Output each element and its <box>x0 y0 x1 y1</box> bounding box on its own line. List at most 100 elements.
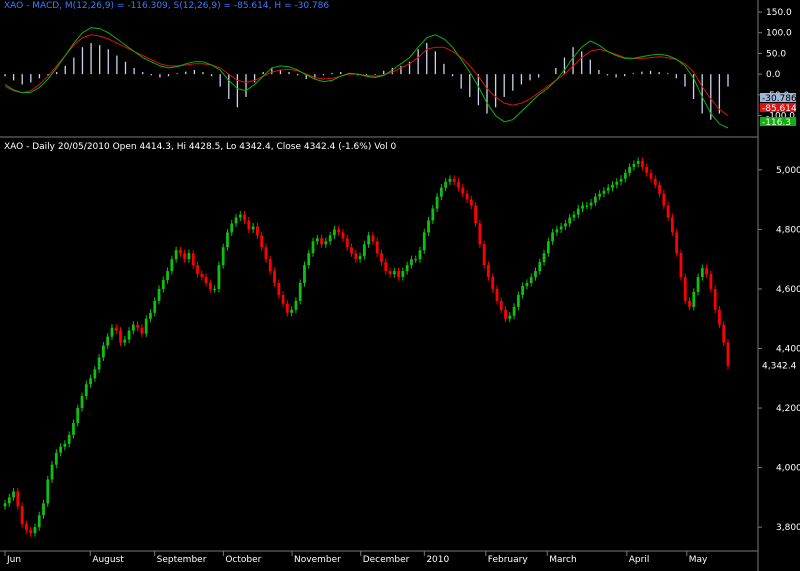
x-tick-label: April <box>629 555 650 565</box>
candle-body <box>213 288 217 290</box>
candle-body <box>576 208 580 215</box>
candle-body <box>149 312 152 319</box>
price-tick-label: 4,400 <box>776 345 800 355</box>
candle-body <box>238 214 242 218</box>
candle-body <box>551 232 554 242</box>
macd-tick-label: 150.0 <box>766 8 792 18</box>
candle-body <box>538 262 542 272</box>
x-tick-label: 2010 <box>426 555 449 565</box>
candle-body <box>315 238 319 242</box>
candle-body <box>534 271 537 278</box>
candle-body <box>564 223 567 227</box>
candle-body <box>157 288 161 301</box>
candle-body <box>230 223 234 233</box>
price-tick-label: 4,600 <box>776 285 800 295</box>
candle-body <box>371 235 375 242</box>
candle-body <box>487 265 490 278</box>
candle-body <box>144 318 148 334</box>
candle-body <box>542 253 546 263</box>
candle-body <box>127 330 131 340</box>
candle-body <box>529 277 533 284</box>
candle-body <box>546 241 550 254</box>
candle-body <box>3 503 7 507</box>
candle-body <box>76 408 80 423</box>
candle-body <box>705 268 708 275</box>
candle-body <box>461 187 465 194</box>
x-tick-label: December <box>363 555 410 565</box>
candle-body <box>354 253 358 260</box>
x-tick-label: August <box>92 555 124 565</box>
candle-body <box>469 199 473 206</box>
candle-body <box>692 291 696 307</box>
candle-body <box>598 193 602 197</box>
candle-body <box>67 434 71 444</box>
candle-body <box>602 190 606 194</box>
candle-body <box>204 277 208 284</box>
candle-body <box>516 294 520 307</box>
candle-body <box>54 452 58 465</box>
candle-body <box>102 345 105 358</box>
macd-value-badges: -30.7862-85.614 -116.3 <box>760 93 800 128</box>
candle-body <box>307 253 311 266</box>
candle-body <box>25 524 28 531</box>
x-tick-label: November <box>294 555 341 565</box>
candle-body <box>521 285 525 295</box>
candle-body <box>119 330 122 343</box>
candle-body <box>380 253 383 263</box>
candle-body <box>431 208 435 221</box>
macd-tick-label: 0.0 <box>766 70 781 80</box>
candle-body <box>42 503 45 516</box>
candle-body <box>649 172 653 179</box>
candle-body <box>324 241 328 245</box>
candle-body <box>46 479 50 504</box>
candle-body <box>59 446 63 453</box>
candle-body <box>153 300 157 313</box>
candle-body <box>285 303 289 313</box>
candle-body <box>166 271 169 281</box>
candle-body <box>568 217 572 224</box>
candle-body <box>444 181 448 188</box>
candle-body <box>217 265 221 289</box>
candle-body <box>439 187 443 197</box>
candle-body <box>632 163 636 167</box>
candle-body <box>337 229 341 233</box>
candle-body <box>123 339 127 343</box>
candle-body <box>435 196 439 209</box>
candle-body <box>256 226 259 236</box>
candle-body <box>294 300 298 310</box>
candle-body <box>251 226 255 230</box>
macd-value-label: -85.614 <box>762 104 797 114</box>
candle-body <box>696 277 700 292</box>
candle-body <box>499 300 503 310</box>
candle-body <box>140 327 144 334</box>
candle-body <box>619 178 623 182</box>
candle-body <box>422 232 426 251</box>
candle-body <box>63 443 67 447</box>
candle-body <box>243 214 246 221</box>
candle-body <box>375 241 379 254</box>
macd-tick-label: 100.0 <box>766 29 792 39</box>
candle-body <box>187 253 191 260</box>
candle-body <box>226 232 229 248</box>
candle-body <box>589 202 593 206</box>
candle-body <box>709 274 713 289</box>
candle-body <box>495 288 499 301</box>
candle-body <box>221 247 225 266</box>
macd-value-label: -30.7862 <box>762 94 800 104</box>
candle-body <box>358 256 362 260</box>
candle-body <box>482 244 486 266</box>
price-y-axis: 5,000 4,800 4,600 4,400 4,200 4,000 3,800 4,342… <box>758 166 800 533</box>
candle-body <box>623 172 627 179</box>
candle-body <box>628 166 631 173</box>
candle-body <box>37 515 41 528</box>
candle-body <box>131 324 135 331</box>
candle-body <box>457 181 460 188</box>
candle-body <box>666 205 670 218</box>
macd-tick-label: 50.0 <box>766 49 786 59</box>
candle-body <box>653 178 657 185</box>
candle-body <box>281 294 285 304</box>
candle-body <box>670 217 674 233</box>
candle-body <box>50 464 54 480</box>
candle-body <box>311 241 315 254</box>
candle-body <box>392 271 396 275</box>
